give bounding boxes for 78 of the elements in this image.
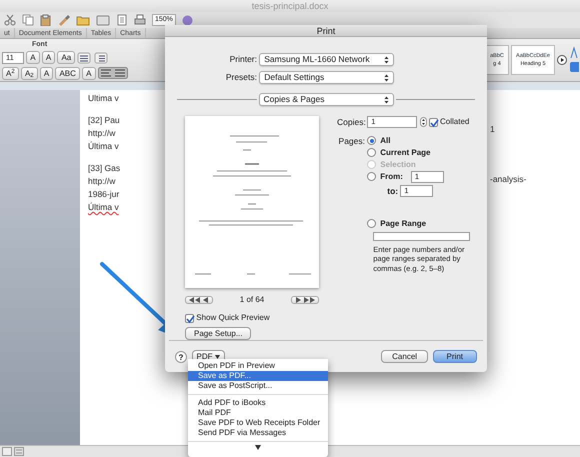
radio-label: Selection <box>380 158 416 171</box>
double-left-icon <box>189 297 201 303</box>
menu-item[interactable]: Mail PDF <box>188 408 328 418</box>
copy-icon[interactable] <box>22 14 34 26</box>
page-setup-button[interactable]: Page Setup... <box>185 327 252 340</box>
field-label: Copies: <box>337 116 365 129</box>
radio-label: Current Page <box>380 146 430 159</box>
updown-icon <box>384 56 390 64</box>
page-indicator: 1 of 64 <box>240 294 264 306</box>
bulleted-list-icon[interactable] <box>77 52 92 64</box>
brush-icon[interactable] <box>58 14 70 26</box>
section-select[interactable]: Copies & Pages <box>258 93 394 106</box>
document-text: [32] Pau <box>88 114 120 127</box>
scissors-icon[interactable] <box>4 14 16 26</box>
radio-label: Page Range <box>380 218 426 230</box>
document-text: 1 <box>490 123 496 136</box>
clipboard-icon[interactable] <box>40 14 52 26</box>
checkbox-label: Collated <box>440 116 470 128</box>
font-button[interactable]: Aa <box>57 51 76 64</box>
radio-button[interactable] <box>367 148 376 158</box>
document-text: http://w <box>88 175 116 188</box>
right-icon <box>294 297 301 303</box>
menu-item[interactable]: Save as PDF... <box>188 371 328 381</box>
font-button[interactable]: A <box>26 51 40 64</box>
field-label: Presets: <box>224 71 257 84</box>
format-button[interactable]: A$^{2}$ <box>2 66 19 80</box>
format-button[interactable]: A$_{2}$ <box>20 66 38 80</box>
updown-icon <box>384 74 390 82</box>
document-text: -analysis- <box>490 173 528 186</box>
view-icon[interactable] <box>2 447 12 456</box>
radio-button[interactable] <box>367 136 376 146</box>
format-button[interactable]: A <box>40 66 54 80</box>
menu-item[interactable]: Save PDF to Web Receipts Folder <box>188 418 328 428</box>
font-button[interactable]: A <box>42 51 56 64</box>
previous-page-button[interactable] <box>185 296 214 304</box>
radio-label: From: <box>380 170 403 183</box>
layout-icon[interactable] <box>14 447 24 456</box>
document-text: Ultima v <box>88 92 120 105</box>
dialog-title: Print <box>165 25 487 37</box>
format-button[interactable]: ABC <box>55 66 80 80</box>
field-label: Pages: <box>338 134 365 148</box>
document-text: http://w <box>88 127 116 140</box>
menu-item[interactable]: Open PDF in Preview <box>188 361 328 371</box>
printer-icon[interactable] <box>134 14 146 26</box>
page-range-field[interactable] <box>373 232 470 240</box>
document-icon[interactable] <box>116 14 128 26</box>
printer-select[interactable]: Samsung ML-1660 Network <box>259 53 394 66</box>
document-text: Última v <box>88 201 120 214</box>
double-right-icon <box>303 297 315 303</box>
left-icon <box>203 297 210 303</box>
align-icon[interactable] <box>98 67 128 79</box>
checkbox-label: Show Quick Preview <box>196 312 270 324</box>
checkbox[interactable] <box>428 118 438 127</box>
document-text: [33] Gas <box>88 162 120 175</box>
stepper-icon[interactable] <box>420 117 426 128</box>
menu-item[interactable]: Add PDF to iBooks <box>188 398 328 408</box>
help-button[interactable]: ? <box>175 350 187 362</box>
cancel-button[interactable]: Cancel <box>381 350 428 363</box>
radio-button[interactable] <box>367 219 376 228</box>
document-text: 1986-jur <box>88 188 120 201</box>
field-label: Printer: <box>228 53 257 66</box>
checkbox[interactable] <box>185 314 194 322</box>
radio-label: All <box>380 134 390 147</box>
presets-select[interactable]: Default Settings <box>259 71 394 84</box>
radio-button[interactable] <box>367 172 376 182</box>
play-icon[interactable] <box>557 55 567 65</box>
document-text: Última v <box>88 140 120 153</box>
numbered-list-icon[interactable] <box>94 52 108 64</box>
print-button[interactable]: Print <box>432 350 477 363</box>
help-icon[interactable] <box>182 14 193 26</box>
format-button[interactable]: A <box>82 66 96 80</box>
menu-item[interactable]: Save as PostScript... <box>188 381 328 391</box>
field-label: to: <box>387 184 398 198</box>
next-page-button[interactable] <box>290 296 319 304</box>
folder-icon[interactable] <box>76 14 90 26</box>
menu-item[interactable]: Send PDF via Messages <box>188 428 328 438</box>
window-title: tesis-principal.docx <box>0 0 580 12</box>
updown-icon <box>384 96 388 104</box>
